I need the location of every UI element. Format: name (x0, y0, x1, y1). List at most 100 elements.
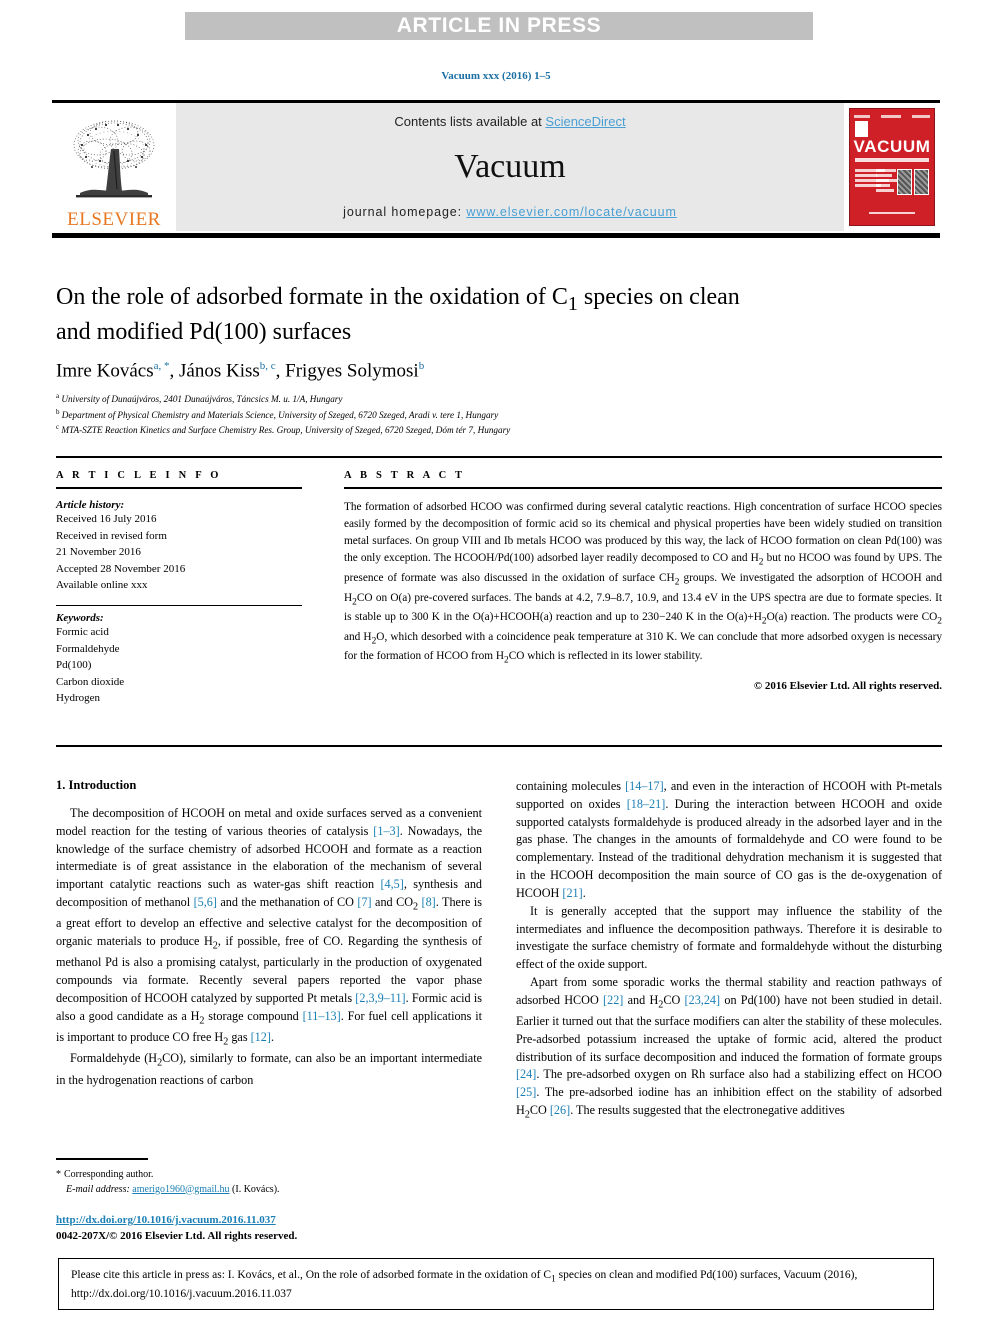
keyword-item: Carbon dioxide (56, 675, 125, 688)
abstract-rule (344, 487, 942, 489)
cover-micrograph-images (897, 169, 929, 195)
keywords-label: Keywords: (56, 612, 104, 624)
keyword-item: Formaldehyde (56, 642, 120, 655)
citation-reference[interactable]: [4,5] (380, 877, 403, 891)
article-in-press-banner: ARTICLE IN PRESS (185, 12, 813, 40)
history-item: Received 16 July 2016 (56, 513, 157, 525)
history-item: Available online xxx (56, 579, 148, 591)
citation-footer-text: Please cite this article in press as: I.… (71, 1269, 858, 1300)
abstract-text: The formation of adsorbed HCOO was confi… (344, 501, 943, 666)
affiliation-item: c MTA-SZTE Reaction Kinetics and Surface… (56, 422, 942, 438)
article-history-list: Received 16 July 2016 Received in revise… (56, 511, 302, 594)
info-section-top-rule (56, 456, 942, 458)
journal-masthead: ELSEVIER Contents lists available at Sci… (52, 100, 940, 238)
citation-reference[interactable]: [21] (562, 886, 582, 900)
citation-reference[interactable]: [7] (357, 895, 371, 909)
intro-paragraph-right-1: containing molecules [14–17], and even i… (516, 779, 942, 900)
affiliation-mark: c (56, 423, 60, 432)
affiliation-mark: a (56, 391, 60, 400)
abstract-column: The formation of adsorbed HCOO was confi… (344, 499, 942, 707)
article-info-rule (56, 487, 302, 489)
intro-paragraph-right-2: It is generally accepted that the suppor… (516, 903, 942, 972)
footnote-rule (56, 1158, 148, 1160)
history-item: 21 November 2016 (56, 546, 141, 558)
author-marks-2: b, c (259, 359, 276, 372)
article-title-part-2: species on clean (577, 284, 740, 310)
author-marks-3: b (418, 359, 425, 372)
footnote-email-attribution: (I. Kovács). (232, 1183, 280, 1195)
history-item: Received in revised form (56, 529, 167, 542)
citation-reference[interactable]: [26] (550, 1103, 570, 1117)
article-history-label: Article history: (56, 499, 125, 511)
cover-elsevier-mark-icon (855, 121, 868, 137)
sciencedirect-link[interactable]: ScienceDirect (545, 114, 625, 129)
article-title-part-3: and modified Pd(100) surfaces (56, 319, 352, 346)
article-info-heading: A R T I C L E I N F O (56, 470, 222, 481)
elsevier-tree-icon (73, 120, 155, 198)
elsevier-logo: ELSEVIER (52, 103, 176, 231)
footnote-corresponding-line: * Corresponding author. (56, 1167, 482, 1182)
keyword-item: Formic acid (56, 626, 109, 638)
footnote-email-label: E-mail address: (66, 1183, 130, 1195)
author-name-2: János Kiss (179, 359, 260, 381)
article-info-column: Article history: Received 16 July 2016 R… (56, 499, 302, 707)
journal-homepage-line: journal homepage: www.elsevier.com/locat… (343, 205, 677, 219)
citation-reference[interactable]: [11–13] (303, 1009, 341, 1023)
history-item: Accepted 28 November 2016 (56, 562, 186, 575)
citation-reference[interactable]: [23,24] (685, 993, 721, 1007)
affiliation-item: a University of Dunaújváros, 2401 Dunaúj… (56, 391, 942, 407)
cover-subtitle-bar (855, 158, 929, 162)
journal-cover-thumbnail: VACUUM (844, 103, 940, 231)
footnote-corresponding-label: Corresponding author. (64, 1168, 154, 1180)
intro-paragraph-left-2: Formaldehyde (H2CO), similarly to format… (56, 1051, 482, 1087)
intro-paragraph-left-1: The decomposition of HCOOH on metal and … (56, 806, 483, 1048)
citation-reference[interactable]: [25] (516, 1085, 536, 1099)
affiliation-mark: b (56, 407, 60, 416)
citation-footer-box: Please cite this article in press as: I.… (58, 1258, 934, 1310)
author-marks-1: a, * (153, 359, 170, 372)
keywords-list: Formic acid Formaldehyde Pd(100) Carbon … (56, 624, 302, 707)
info-abstract-section: A R T I C L E I N F O A B S T R A C T Ar… (56, 470, 942, 707)
article-title-subscript: 1 (567, 292, 578, 315)
affiliation-text: Department of Physical Chemistry and Mat… (61, 409, 499, 420)
article-in-press-label: ARTICLE IN PRESS (396, 14, 602, 37)
author-name-1: Imre Kovács (56, 359, 154, 381)
footnote-star-mark: * (56, 1168, 61, 1180)
article-body: 1. Introduction The decomposition of HCO… (56, 778, 942, 1123)
elsevier-wordmark: ELSEVIER (67, 209, 161, 230)
journal-homepage-link[interactable]: www.elsevier.com/locate/vacuum (466, 205, 676, 219)
citation-reference[interactable]: [8] (422, 895, 436, 909)
abstract-heading: A B S T R A C T (344, 470, 466, 481)
masthead-center-panel: Contents lists available at ScienceDirec… (176, 103, 844, 231)
citation-reference[interactable]: [5,6] (194, 895, 217, 909)
body-column-right: containing molecules [14–17], and even i… (516, 778, 942, 1123)
author-byline: Imre Kovácsa, *, János Kissb, c, Frigyes… (56, 359, 425, 381)
citation-reference[interactable]: [22] (603, 993, 623, 1007)
cover-header-strip (854, 113, 930, 120)
doi-link[interactable]: http://dx.doi.org/10.1016/j.vacuum.2016.… (56, 1214, 276, 1226)
affiliation-text: University of Dunaújváros, 2401 Dunaújvá… (61, 394, 343, 405)
keyword-item: Hydrogen (56, 692, 100, 704)
citation-reference[interactable]: [18–21] (627, 797, 666, 811)
affiliation-text: MTA-SZTE Reaction Kinetics and Surface C… (61, 425, 511, 436)
corresponding-author-footnote: * Corresponding author. E-mail address: a… (56, 1158, 482, 1197)
abstract-copyright: © 2016 Elsevier Ltd. All rights reserved… (753, 679, 942, 692)
journal-title: Vacuum (454, 148, 566, 185)
corresponding-author-email-link[interactable]: amerigo1960@gmail.hu (132, 1184, 229, 1195)
article-title: On the role of adsorbed formate in the o… (56, 282, 942, 348)
masthead-bottom-rule (52, 233, 940, 238)
cover-text-block-right (876, 169, 898, 194)
citation-reference[interactable]: [14–17] (625, 779, 664, 793)
issn-copyright-line: 0042-207X/© 2016 Elsevier Ltd. All right… (56, 1229, 298, 1242)
contents-prefix-label: Contents lists available at (394, 114, 546, 129)
citation-reference[interactable]: [2,3,9–11] (355, 991, 405, 1005)
author-name-3: Frigyes Solymosi (285, 359, 419, 381)
journal-running-head: Vacuum xxx (2016) 1–5 (441, 70, 551, 82)
cover-journal-title: VACUUM (853, 137, 931, 156)
doi-issn-block: http://dx.doi.org/10.1016/j.vacuum.2016.… (56, 1213, 482, 1245)
footnote-email-line: E-mail address: amerigo1960@gmail.hu (I.… (56, 1182, 482, 1197)
citation-reference[interactable]: [24] (516, 1067, 536, 1081)
keywords-separator-rule (56, 604, 302, 606)
citation-reference[interactable]: [1–3] (373, 824, 399, 838)
citation-reference[interactable]: [12] (251, 1030, 271, 1044)
